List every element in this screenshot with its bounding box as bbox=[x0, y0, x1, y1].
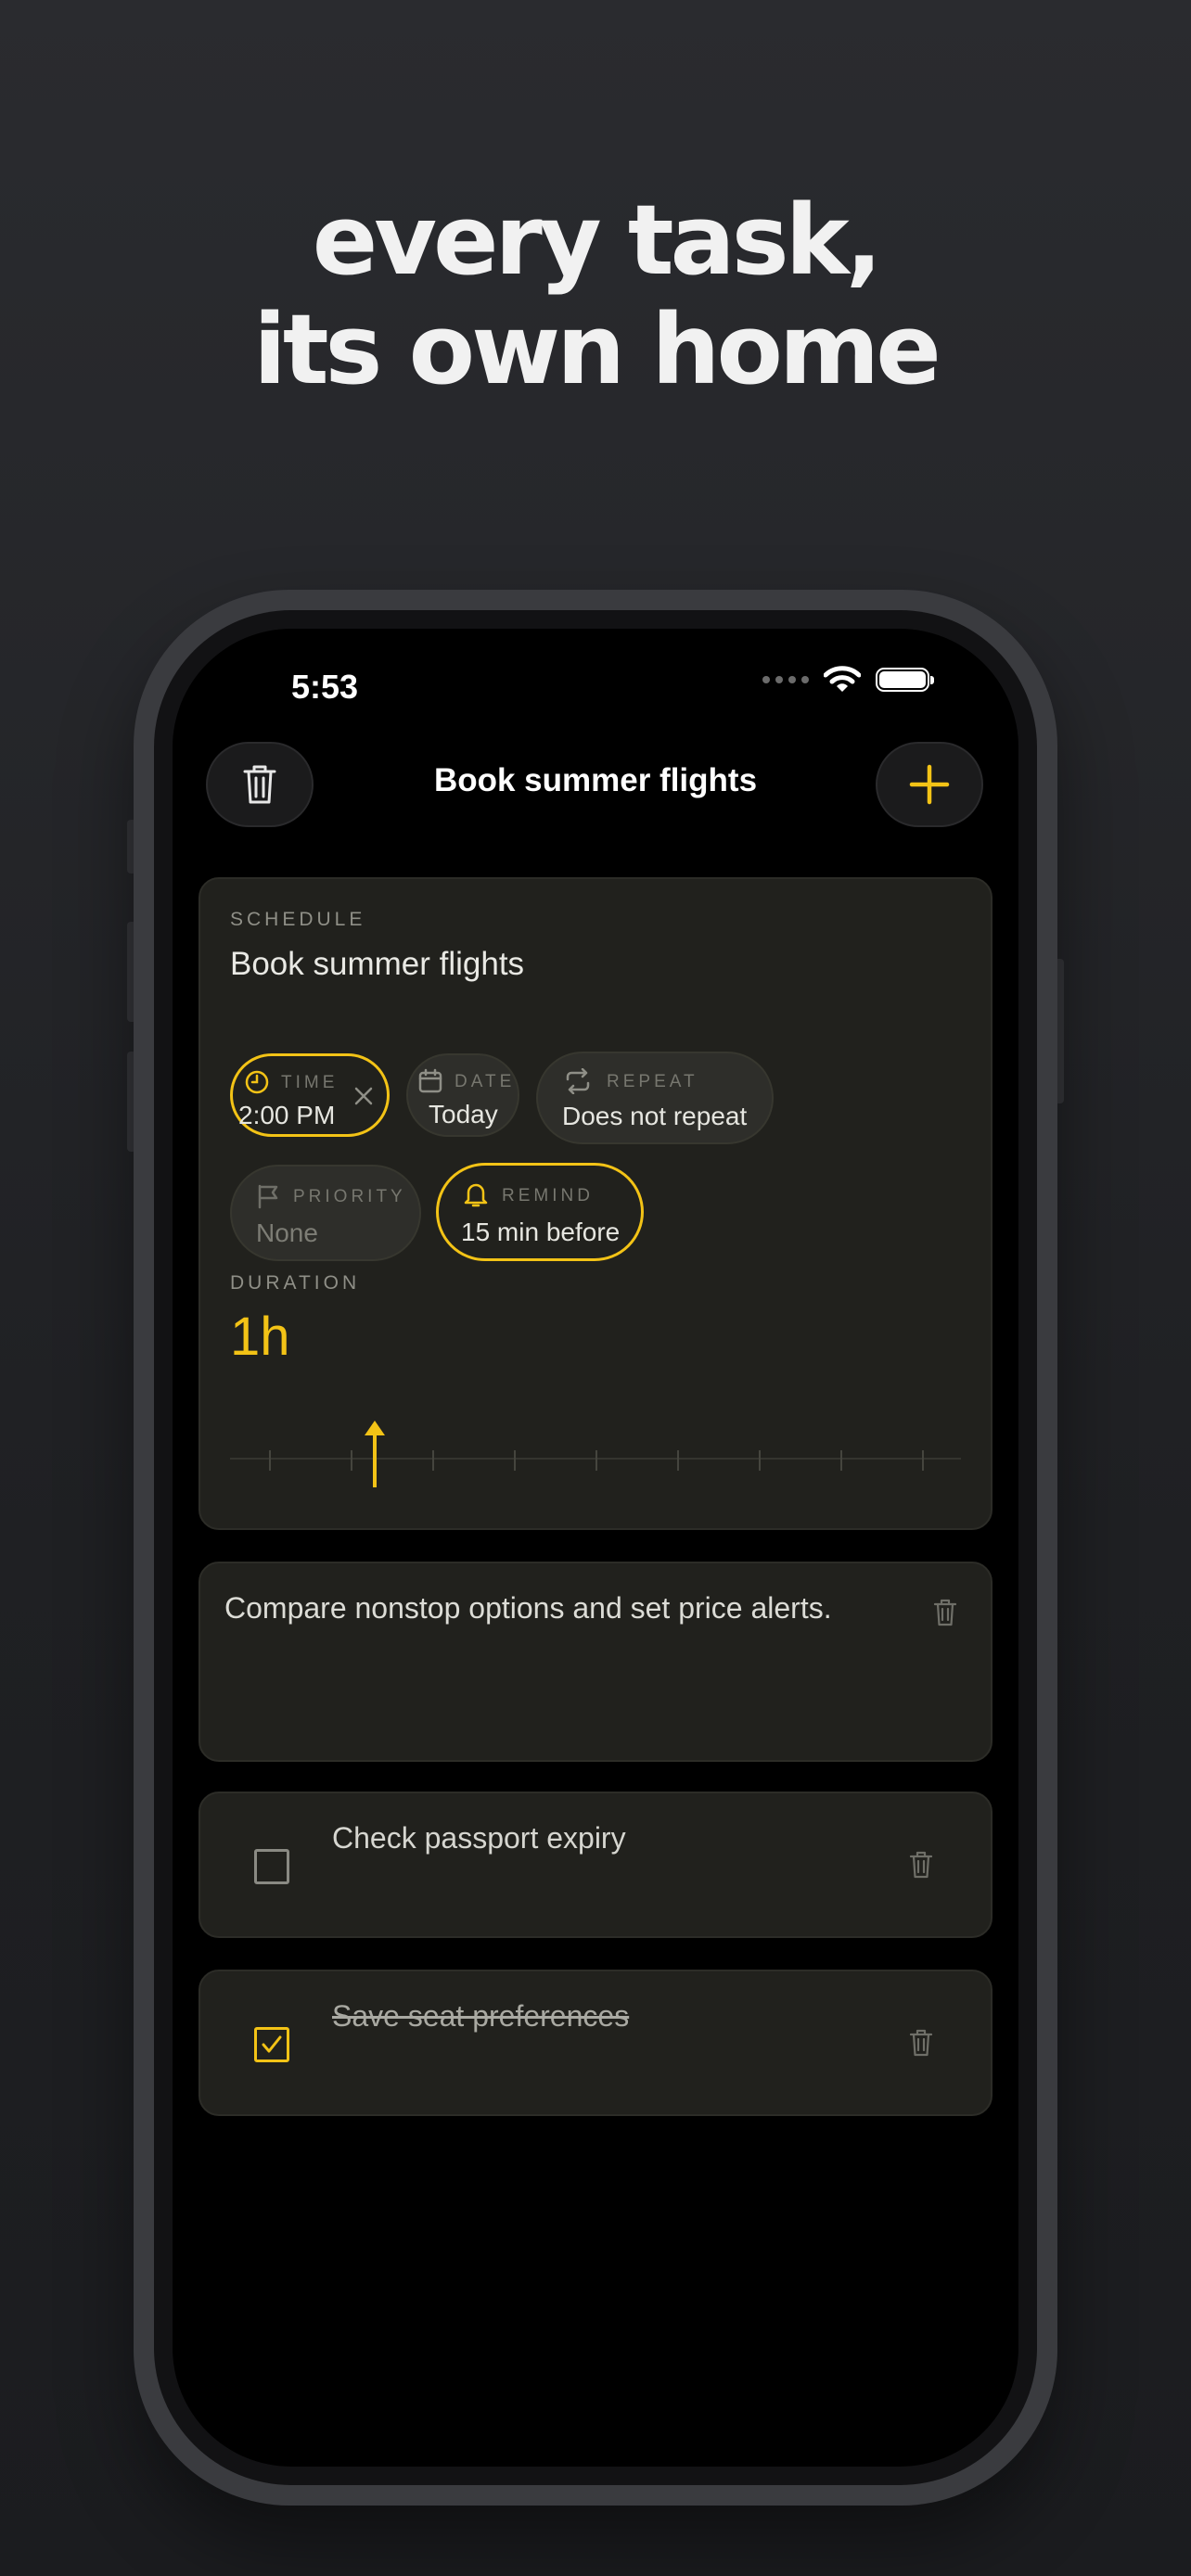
duration-tick bbox=[677, 1450, 679, 1471]
date-chip-value: Today bbox=[429, 1100, 498, 1129]
subtask-label[interactable]: Save seat preferences bbox=[332, 1999, 629, 2034]
trash-icon[interactable] bbox=[909, 2029, 933, 2057]
priority-chip-caption: PRIORITY bbox=[293, 1187, 406, 1206]
repeat-chip-value: Does not repeat bbox=[562, 1102, 748, 1130]
trash-icon bbox=[243, 765, 276, 804]
repeat-chip-caption: REPEAT bbox=[607, 1072, 698, 1091]
subtask-item[interactable]: Save seat preferences bbox=[198, 1970, 992, 2116]
status-indicators bbox=[762, 666, 934, 694]
remind-chip-caption: REMIND bbox=[502, 1186, 594, 1205]
clock-icon bbox=[245, 1070, 269, 1094]
repeat-icon bbox=[566, 1068, 590, 1094]
time-chip[interactable]: TIME 2:00 PM bbox=[230, 1053, 390, 1137]
battery-icon bbox=[876, 668, 934, 692]
trash-icon[interactable] bbox=[909, 1851, 933, 1879]
note-text[interactable]: Compare nonstop options and set price al… bbox=[224, 1591, 832, 1626]
flag-icon bbox=[258, 1184, 278, 1209]
duration-value: 1h bbox=[230, 1307, 290, 1367]
duration-tick bbox=[432, 1450, 434, 1471]
add-button[interactable] bbox=[876, 742, 983, 827]
duration-label: DURATION bbox=[230, 1272, 361, 1294]
schedule-section-label: SCHEDULE bbox=[230, 909, 366, 930]
headline-line-2: its own home bbox=[253, 293, 941, 406]
duration-slider-handle[interactable] bbox=[365, 1421, 385, 1487]
phone-bezel: 5:53 Book summer flights SCHEDULE Book s… bbox=[154, 610, 1037, 2485]
duration-tick bbox=[596, 1450, 597, 1471]
headline-line-1: every task, bbox=[312, 184, 883, 297]
nav-title: Book summer flights bbox=[433, 762, 758, 798]
duration-tick bbox=[840, 1450, 842, 1471]
bell-icon bbox=[464, 1183, 488, 1207]
delete-task-button[interactable] bbox=[206, 742, 314, 827]
priority-chip-value: None bbox=[256, 1218, 318, 1247]
headline: every task, its own home bbox=[0, 185, 1191, 404]
subtask-checkbox[interactable] bbox=[254, 1849, 289, 1884]
schedule-card: SCHEDULE Book summer flights TIME 2:00 P… bbox=[198, 877, 992, 1530]
duration-tick bbox=[514, 1450, 516, 1471]
phone-frame: 5:53 Book summer flights SCHEDULE Book s… bbox=[134, 590, 1057, 2506]
plus-icon bbox=[909, 764, 950, 805]
checkmark-icon bbox=[262, 2035, 282, 2053]
phone-screen: 5:53 Book summer flights SCHEDULE Book s… bbox=[173, 629, 1018, 2467]
signal-icon bbox=[762, 676, 809, 683]
subtask-item[interactable]: Check passport expiry bbox=[198, 1792, 992, 1938]
duration-tick bbox=[922, 1450, 924, 1471]
repeat-chip[interactable]: REPEAT Does not repeat bbox=[536, 1052, 774, 1144]
calendar-icon bbox=[418, 1068, 442, 1093]
time-chip-caption: TIME bbox=[281, 1073, 339, 1092]
remind-chip-value: 15 min before bbox=[461, 1218, 621, 1246]
duration-slider[interactable] bbox=[230, 1421, 961, 1487]
subtask-label[interactable]: Check passport expiry bbox=[332, 1821, 626, 1855]
duration-tick bbox=[759, 1450, 761, 1471]
remind-chip[interactable]: REMIND 15 min before bbox=[436, 1163, 644, 1261]
date-chip-caption: DATE bbox=[455, 1072, 516, 1091]
time-chip-value: 2:00 PM bbox=[238, 1101, 336, 1129]
status-time: 5:53 bbox=[291, 668, 359, 706]
priority-chip[interactable]: PRIORITY None bbox=[230, 1165, 421, 1261]
duration-tick bbox=[269, 1450, 271, 1471]
subtask-checkbox[interactable] bbox=[254, 2027, 289, 2062]
note-card[interactable]: Compare nonstop options and set price al… bbox=[198, 1562, 992, 1762]
close-icon[interactable] bbox=[353, 1086, 374, 1106]
schedule-title: Book summer flights bbox=[230, 946, 525, 982]
date-chip[interactable]: DATE Today bbox=[406, 1053, 519, 1137]
wifi-icon bbox=[824, 666, 861, 692]
duration-tick bbox=[351, 1450, 352, 1471]
trash-icon[interactable] bbox=[933, 1599, 957, 1626]
